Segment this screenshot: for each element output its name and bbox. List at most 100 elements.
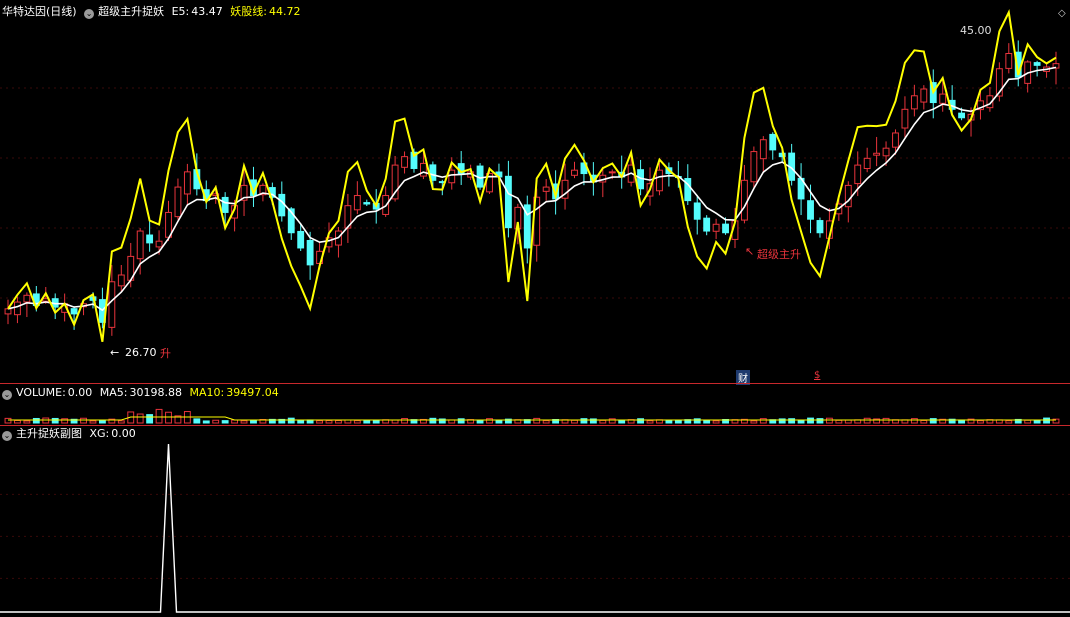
volume-bar (32, 417, 40, 424)
volume-bar (693, 418, 701, 424)
volume-menu-icon[interactable]: ⌄ (2, 390, 12, 400)
candle-body (863, 157, 871, 170)
volume-bar (977, 420, 984, 424)
candle-body (155, 240, 163, 248)
volume-bar (155, 408, 163, 424)
candle-body (70, 308, 78, 315)
candle-body (816, 220, 824, 234)
candle-body (14, 301, 21, 316)
volume-bar (788, 418, 796, 424)
volume-bar (910, 418, 918, 424)
volume-bar (618, 420, 626, 424)
volume-bar (429, 417, 437, 424)
main-header: 华特达因(日线) ⌄ 超级主升捉妖 E5: 43.47 妖股线: 44.72 (2, 5, 304, 19)
low-signal-label: 升 (160, 347, 171, 360)
candle-body (174, 186, 182, 218)
volume-bar (51, 417, 59, 424)
volume-bar (391, 419, 399, 424)
volume-bar (712, 420, 720, 424)
candle-body (873, 152, 881, 156)
volume-bar (1043, 417, 1050, 424)
volume-panel[interactable]: ⌄ VOLUME: 0.00 MA5: 30198.88 MA10: 39497.04 (0, 385, 1070, 425)
candle-body (221, 196, 229, 213)
zoom-diamond-icon[interactable]: ◇ (1058, 8, 1066, 19)
volume-value: 0.00 (67, 386, 93, 399)
high-price-label: 45.00 (960, 24, 992, 37)
formula-name[interactable]: 超级主升捉妖 (98, 5, 164, 18)
yao-line (7, 9, 1057, 342)
dollar-marker[interactable]: $ (812, 370, 822, 381)
volume-bar (240, 420, 248, 424)
volume-bar (316, 420, 323, 424)
candle-body (504, 175, 512, 229)
volume-bar (1033, 420, 1041, 424)
candle-body (306, 239, 314, 266)
sub-menu-icon[interactable]: ⌄ (2, 431, 12, 441)
volume-bar (221, 420, 229, 424)
candle-body (278, 193, 286, 217)
volume-bar (835, 419, 843, 424)
volume-bar (495, 419, 503, 424)
sub-panel[interactable]: ⌄ 主升捉妖副图 XG: 0.00 (0, 426, 1070, 617)
ma10-label: MA10: (189, 386, 225, 399)
price-panel[interactable]: 华特达因(日线) ⌄ 超级主升捉妖 E5: 43.47 妖股线: 44.72 45.0… (0, 0, 1070, 385)
volume-bar (807, 417, 814, 424)
panel-separator[interactable] (0, 383, 1070, 384)
e5-value: 43.47 (191, 5, 223, 18)
candle-body (608, 171, 616, 174)
ma10-value: 39497.04 (226, 386, 279, 399)
volume-bar (89, 420, 97, 424)
volume-bar (117, 420, 125, 424)
candle-body (712, 223, 720, 232)
volume-bar (14, 419, 21, 424)
volume-bar (80, 417, 87, 424)
candle-body (1005, 53, 1013, 69)
volume-bar (287, 417, 295, 424)
xg-signal-chart[interactable] (0, 426, 1070, 617)
volume-bar (61, 418, 69, 424)
e5-label: E5: (171, 5, 190, 18)
xg-value: 0.00 (111, 427, 136, 440)
volume-bar (599, 419, 607, 424)
candle-body (656, 169, 663, 192)
candle-body (910, 95, 918, 110)
candle-body (23, 294, 31, 303)
volume-bar (929, 418, 937, 424)
volume-bar (797, 420, 805, 424)
volume-bar (401, 418, 408, 424)
volume-bar (353, 420, 361, 424)
candle-body (353, 195, 361, 211)
xg-label: XG: (89, 427, 110, 440)
sub-name: 主升捉妖副图 (16, 427, 82, 440)
candle-body (136, 230, 144, 260)
volume-bar (98, 419, 106, 424)
volume-bar (825, 417, 833, 424)
volume-bar (533, 417, 541, 424)
candle-body (703, 217, 711, 232)
volume-label: VOLUME: (16, 386, 66, 399)
candle-body (807, 200, 814, 220)
candle-body (693, 202, 701, 220)
volume-bar (212, 419, 220, 424)
formula-menu-icon[interactable]: ⌄ (84, 9, 95, 19)
volume-bar (372, 420, 380, 424)
volume-bar (750, 420, 758, 424)
volume-bar (608, 418, 616, 424)
candle-body (363, 202, 371, 205)
candle-body (901, 108, 909, 129)
candle-body (391, 164, 399, 200)
candle-body (882, 147, 890, 157)
candle-body (571, 169, 578, 176)
volume-bar (457, 418, 465, 424)
volume-bar (23, 420, 31, 424)
volume-bar (476, 419, 484, 424)
volume-bar (646, 420, 654, 424)
candle-body (741, 179, 748, 221)
candlestick-chart[interactable] (0, 0, 1070, 383)
mid-signal-arrow-icon: ↖ (745, 245, 755, 258)
ma5-label: MA5: (99, 386, 128, 399)
volume-bar (1005, 420, 1013, 424)
candle-body (448, 169, 456, 184)
yao-value: 44.72 (268, 5, 301, 18)
low-arrow-icon: ← (110, 346, 120, 359)
